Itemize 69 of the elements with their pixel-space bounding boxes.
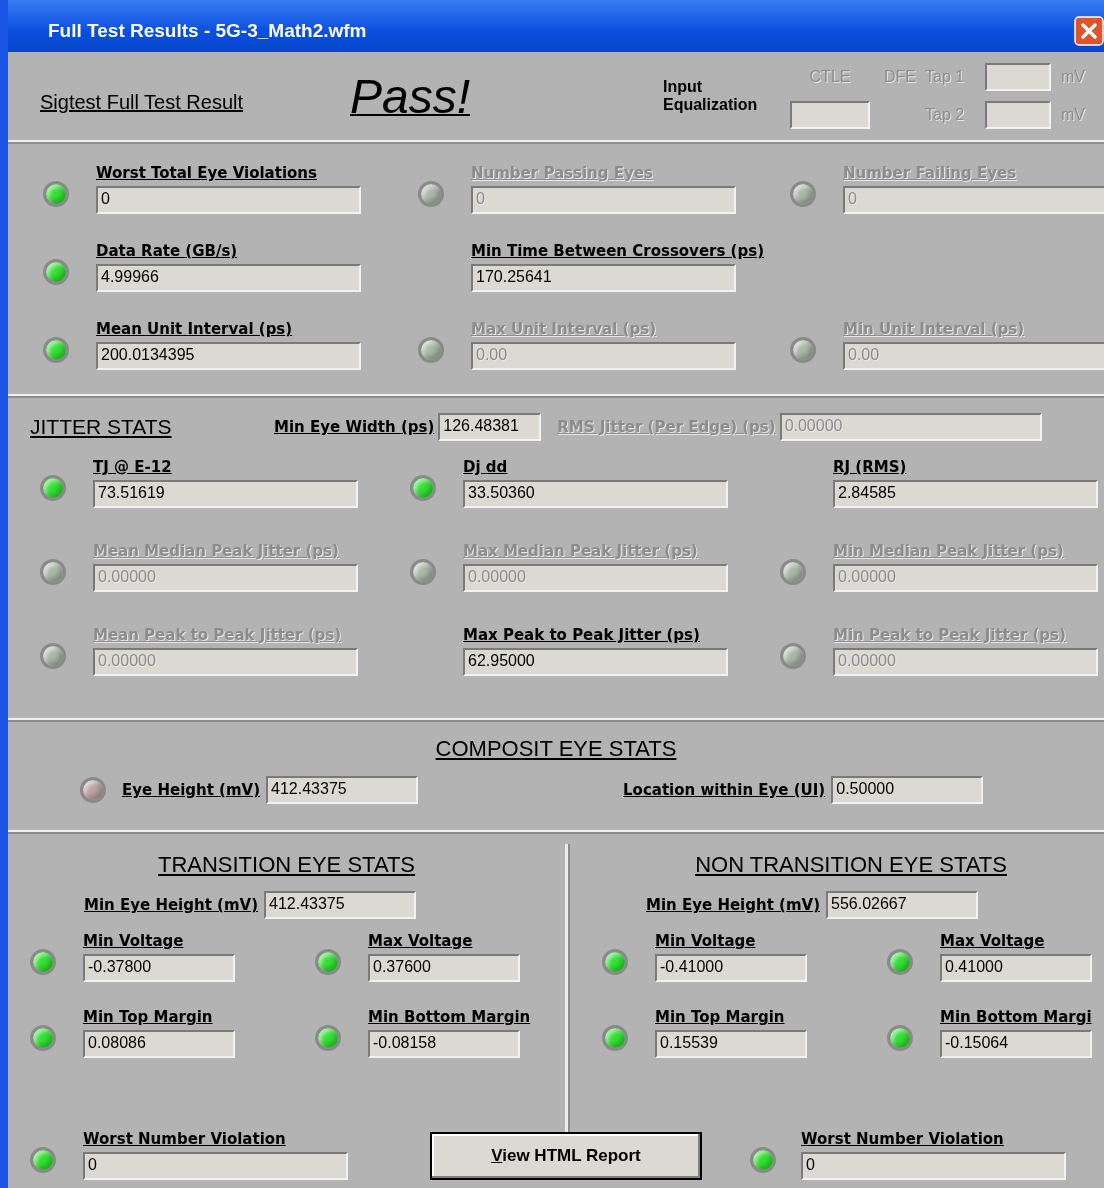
value-field: -0.37800 — [83, 954, 235, 982]
field-label: Dj dd — [463, 458, 509, 476]
field-label: Min Top Margin — [83, 1008, 214, 1026]
view-report-button[interactable]: View HTML Report — [430, 1132, 702, 1180]
value-field: 0 — [471, 186, 736, 214]
field-label: Worst Number Violation — [801, 1130, 1005, 1148]
field-label: Max Voltage — [368, 932, 474, 950]
field-label: Mean Unit Interval (ps) — [96, 320, 294, 338]
equalization-label: Input Equalization — [663, 78, 759, 114]
field-label: Min Bottom Margi — [940, 1008, 1093, 1026]
field-label: Min Eye Height (mV) — [646, 896, 821, 914]
section-title: TRANSITION EYE STATS — [157, 852, 416, 878]
value-field: -0.41000 — [655, 954, 807, 982]
field-label: Min Eye Width (ps) — [274, 418, 435, 436]
tap-field[interactable] — [985, 101, 1051, 129]
value-field: 0.00000 — [93, 564, 358, 592]
field-label: Min Eye Height (mV) — [84, 896, 259, 914]
value-field: 4.99966 — [96, 264, 361, 292]
value-field: 170.25641 — [471, 264, 736, 292]
field-label: Max Peak to Peak Jitter (ps) — [463, 626, 701, 644]
field-label: Max Voltage — [940, 932, 1046, 950]
value-field: -0.08158 — [368, 1030, 520, 1058]
value-field: 200.0134395 — [96, 342, 361, 370]
field-label: Min Voltage — [655, 932, 757, 950]
value-field: 0.00000 — [833, 648, 1098, 676]
ctle-field[interactable] — [790, 101, 870, 129]
close-icon[interactable] — [1074, 16, 1104, 46]
value-field: 0 — [96, 186, 361, 214]
value-field: 0.00 — [471, 342, 736, 370]
value-field: 62.95000 — [463, 648, 728, 676]
field-label: Min Voltage — [83, 932, 185, 950]
field-label: Worst Total Eye Violations — [96, 164, 318, 182]
value-field: 0.15539 — [655, 1030, 807, 1058]
value-field: 556.02667 — [826, 891, 979, 919]
field-label: RJ (RMS) — [833, 458, 908, 476]
section-title: NON TRANSITION EYE STATS — [695, 852, 1007, 878]
value-field: 0.00000 — [93, 648, 358, 676]
value-field: 0.50000 — [831, 776, 984, 804]
section-title: COMPOSIT EYE STATS — [435, 736, 677, 762]
value-field: 0.00000 — [833, 564, 1098, 592]
field-label: Location within Eye (UI) — [623, 781, 826, 799]
value-field: 412.43375 — [264, 891, 417, 919]
value-field: 412.43375 — [266, 776, 419, 804]
value-field: 0.37600 — [368, 954, 520, 982]
value-field: 0 — [843, 186, 1104, 214]
value-field: 0.00000 — [779, 413, 1042, 441]
field-label: Eye Height (mV) — [122, 781, 261, 799]
section-title: JITTER STATS — [30, 415, 173, 439]
value-field: 2.84585 — [833, 480, 1098, 508]
value-field: 0.08086 — [83, 1030, 235, 1058]
value-field: 33.50360 — [463, 480, 728, 508]
field-label: Worst Number Violation — [83, 1130, 287, 1148]
value-field: 0 — [801, 1152, 1066, 1180]
value-field: 0.00 — [843, 342, 1104, 370]
result-heading: Sigtest Full Test Result — [40, 90, 245, 114]
result-text: Pass! — [350, 68, 472, 124]
value-field: 0.00000 — [463, 564, 728, 592]
tap-field[interactable] — [985, 63, 1051, 91]
value-field: -0.15064 — [940, 1030, 1092, 1058]
value-field: 0.41000 — [940, 954, 1092, 982]
field-label: Min Bottom Margin — [368, 1008, 532, 1026]
window-title: Full Test Results - 5G-3_Math2.wfm — [48, 20, 367, 42]
value-field: 126.48381 — [438, 413, 542, 441]
value-field: 73.51619 — [93, 480, 358, 508]
field-label: TJ @ E-12 — [93, 458, 173, 476]
field-label: Min Time Between Crossovers (ps) — [471, 242, 765, 260]
field-label: Data Rate (GB/s) — [96, 242, 239, 260]
field-label: Min Top Margin — [655, 1008, 786, 1026]
value-field: 0 — [83, 1152, 348, 1180]
